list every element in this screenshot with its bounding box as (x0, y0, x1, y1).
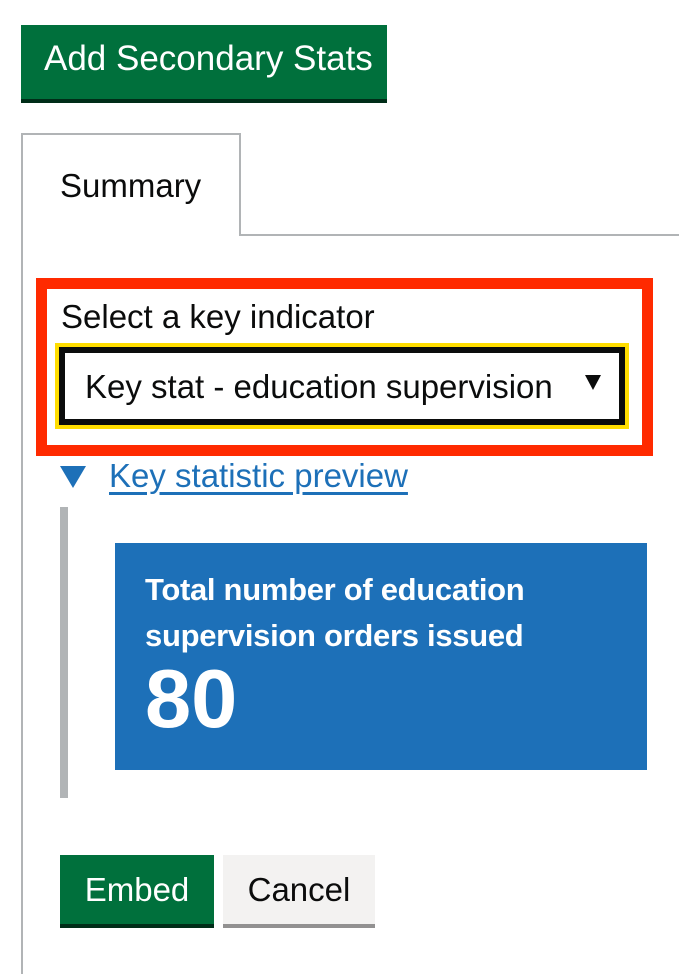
key-statistic-preview-toggle[interactable]: Key statistic preview (60, 456, 408, 496)
key-indicator-select[interactable]: Key stat - education supervision (59, 347, 625, 425)
key-statistic-preview-link[interactable]: Key statistic preview (109, 457, 408, 495)
tab-summary-label: Summary (60, 167, 202, 204)
embed-button[interactable]: Embed (60, 855, 214, 924)
key-indicator-selected-value: Key stat - education supervision (85, 368, 553, 405)
tab-list-divider (240, 234, 679, 236)
key-stat-tile: Total number of education supervision or… (115, 543, 647, 770)
key-indicator-select-focus[interactable]: Key stat - education supervision (55, 343, 629, 429)
cancel-button[interactable]: Cancel (223, 855, 375, 924)
key-stat-value: 80 (145, 652, 238, 745)
key-stat-title: Total number of education supervision or… (145, 572, 525, 653)
add-secondary-stats-button[interactable]: Add Secondary Stats (21, 25, 387, 99)
details-content-border (60, 507, 68, 798)
dropdown-arrow-icon (585, 375, 601, 390)
triangle-down-icon (60, 466, 86, 488)
key-indicator-label: Select a key indicator (61, 298, 375, 335)
tab-summary[interactable]: Summary (21, 133, 241, 236)
